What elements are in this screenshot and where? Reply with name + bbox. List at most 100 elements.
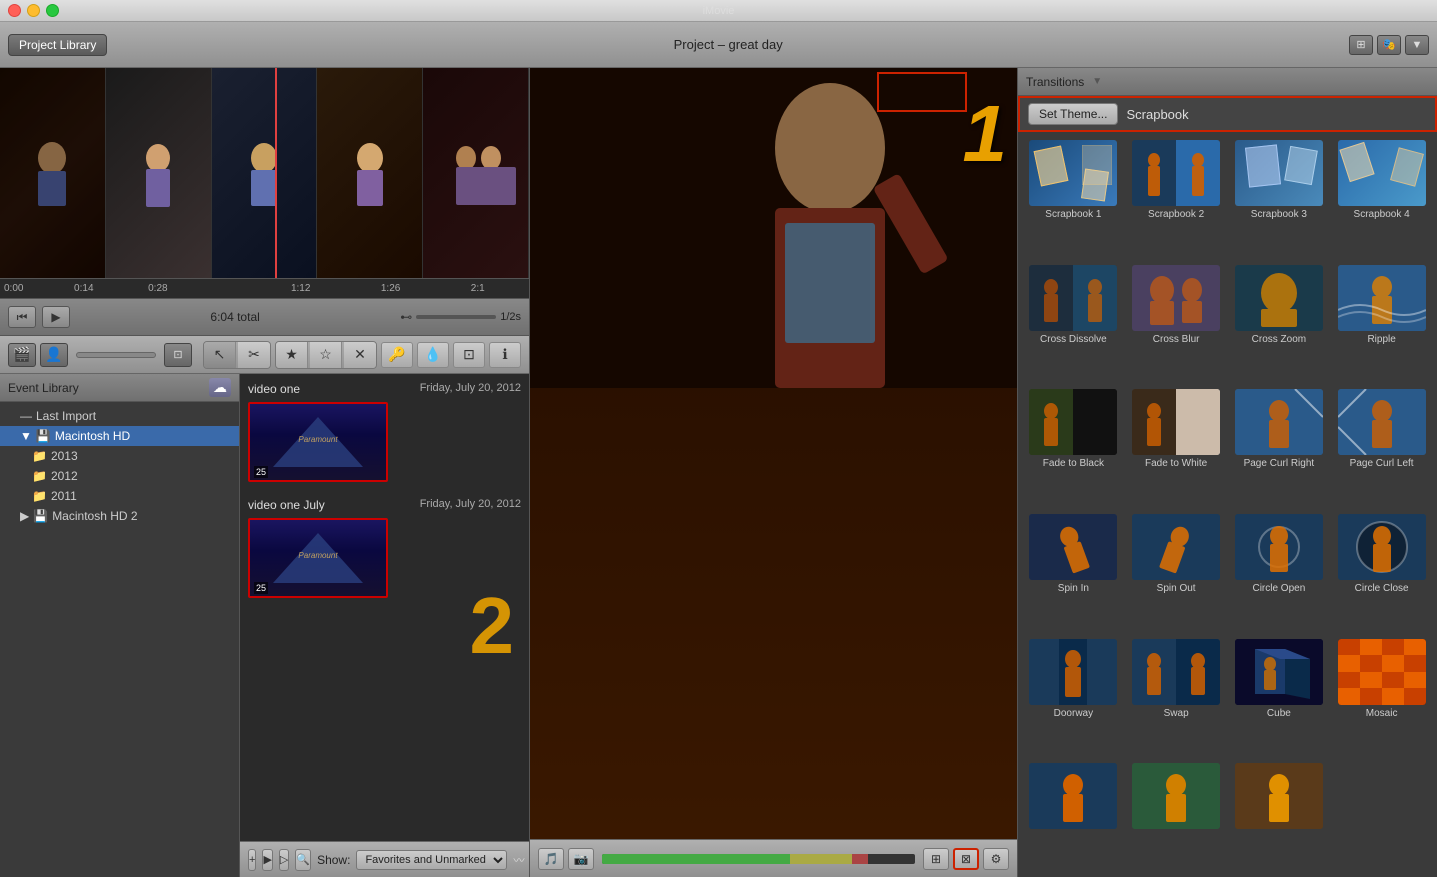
meter-green [602,854,790,864]
transition-label-page-curl-left: Page Curl Left [1350,458,1414,469]
event-clip-2[interactable]: Paramount 25 [248,518,388,598]
middle-section: 0:00 0:14 0:28 1:12 1:26 2:1 ⏮ ▶ 6:04 to… [0,68,1437,877]
tree-item-2011[interactable]: 📁 2011 [0,486,239,506]
transition-extra-2[interactable] [1129,763,1224,869]
folder-icon-2012: 📁 [32,469,47,483]
transition-thumb-cross-blur [1132,265,1220,331]
toggle-button-1[interactable]: 🎭 [1377,35,1401,55]
transition-spin-out[interactable]: Spin Out [1129,514,1224,631]
transition-thumb-cross-dissolve [1029,265,1117,331]
transition-scrapbook-1[interactable]: Scrapbook 1 [1026,140,1121,257]
time-0: 0:00 [4,283,23,294]
fullscreen-icon-btn[interactable]: ⊞ [923,848,949,870]
tree-label-last-import: Last Import [36,409,96,423]
tree-item-last-import[interactable]: — Last Import [0,406,239,426]
transition-label-circle-open: Circle Open [1252,583,1305,594]
show-label: Show: [317,853,350,867]
show-select[interactable]: Favorites and Unmarked [356,850,507,870]
transition-label-scrapbook-3: Scrapbook 3 [1251,209,1307,220]
tree-item-2013[interactable]: 📁 2013 [0,446,239,466]
event-clip-1[interactable]: Paramount 25 [248,402,388,482]
toggle-button-2[interactable]: ▼ [1405,35,1429,55]
play-button[interactable]: ▶ [42,306,70,328]
transition-page-curl-right[interactable]: Page Curl Right [1232,389,1327,506]
minimize-button[interactable] [27,4,40,17]
drive-icon-2: 💾 [33,509,48,523]
transition-thumb-page-curl-right [1235,389,1323,455]
crop-tool[interactable]: ⊡ [453,342,485,368]
trim-tool[interactable]: ✂ [238,342,270,368]
meter-red [852,854,868,864]
tree-item-2012[interactable]: 📁 2012 [0,466,239,486]
clip-size-slider[interactable] [76,352,156,358]
zoom-button[interactable]: 🔍 [295,849,311,871]
reject-tool[interactable]: ✕ [344,342,376,368]
time-28: 0:28 [148,283,167,294]
transition-circle-close[interactable]: Circle Close [1334,514,1429,631]
transition-scrapbook-2[interactable]: Scrapbook 2 [1129,140,1224,257]
transition-extra-1[interactable] [1026,763,1121,869]
transition-ripple[interactable]: Ripple [1334,265,1429,382]
clip-view-button[interactable]: 🎬 [8,343,36,367]
photo-icon-btn[interactable]: 📷 [568,848,594,870]
transition-label-spin-in: Spin In [1058,583,1089,594]
folder-icon-2011: 📁 [32,489,47,503]
transition-doorway[interactable]: Doorway [1026,639,1121,756]
transition-fade-black[interactable]: Fade to Black [1026,389,1121,506]
music-icon-btn[interactable]: 🎵 [538,848,564,870]
favorite-tool[interactable]: ★ [276,342,308,368]
chevron-right-icon: ▶ [20,509,29,523]
transition-thumb-circle-open [1235,514,1323,580]
people-button[interactable]: 👤 [40,343,68,367]
theme-bar: Set Theme... Scrapbook [1018,96,1437,132]
color-tool[interactable]: 💧 [417,342,449,368]
transition-scrapbook-3[interactable]: Scrapbook 3 [1232,140,1327,257]
settings-icon-btn[interactable]: ⚙ [983,848,1009,870]
time-112: 1:12 [291,283,310,294]
transition-fade-white[interactable]: Fade to White [1129,389,1224,506]
transition-scrapbook-4[interactable]: Scrapbook 4 [1334,140,1429,257]
speed-slider[interactable] [416,315,496,319]
tree-item-macintosh-hd2[interactable]: ▶ 💾 Macintosh HD 2 [0,506,239,526]
transition-mosaic[interactable]: Mosaic [1334,639,1429,756]
timeline-frame-2 [106,68,212,278]
transition-extra-3[interactable] [1232,763,1327,869]
close-button[interactable] [8,4,21,17]
unfavorite-tool[interactable]: ☆ [310,342,342,368]
transition-cross-zoom[interactable]: Cross Zoom [1232,265,1327,382]
transition-thumb-cube [1235,639,1323,705]
chevron-down-icon: ▼ [20,429,32,443]
window-title: iMovie [703,5,735,17]
tree-label-2013: 2013 [51,449,78,463]
transition-circle-open[interactable]: Circle Open [1232,514,1327,631]
transition-label-fade-white: Fade to White [1145,458,1207,469]
keyword-tool[interactable]: 🔑 [381,342,413,368]
file-icon: — [20,409,32,423]
fit-button[interactable]: ⊡ [164,343,192,367]
play-clip-button[interactable]: ▷ [279,849,289,871]
cloud-sync-icon[interactable]: ☁ [209,378,231,397]
set-theme-button[interactable]: Set Theme... [1028,103,1118,125]
transitions-icon-btn[interactable]: ⊠ [953,848,979,870]
info-tool[interactable]: ℹ [489,342,521,368]
tree-item-macintosh-hd[interactable]: ▼ 💾 Macintosh HD [0,426,239,446]
transition-cube[interactable]: Cube [1232,639,1327,756]
add-event-button[interactable]: + [248,849,256,871]
transition-spin-in[interactable]: Spin In [1026,514,1121,631]
play-event-button[interactable]: ▶ [262,849,272,871]
project-library-button[interactable]: Project Library [8,34,107,56]
play-from-start-button[interactable]: ⏮ [8,306,36,328]
transition-page-curl-left[interactable]: Page Curl Left [1334,389,1429,506]
speed-icon: ⊷ [400,310,412,324]
transition-thumb-spin-out [1132,514,1220,580]
maximize-button[interactable] [46,4,59,17]
select-tool[interactable]: ↖ [204,342,236,368]
transition-swap[interactable]: Swap [1129,639,1224,756]
clip-frame-num-2: 25 [254,582,268,594]
transition-cross-blur[interactable]: Cross Blur [1129,265,1224,382]
grid-view-button[interactable]: ⊞ [1349,35,1373,55]
traffic-lights [8,4,59,17]
transition-thumb-mosaic [1338,639,1426,705]
meter-yellow [790,854,853,864]
transition-cross-dissolve[interactable]: Cross Dissolve [1026,265,1121,382]
